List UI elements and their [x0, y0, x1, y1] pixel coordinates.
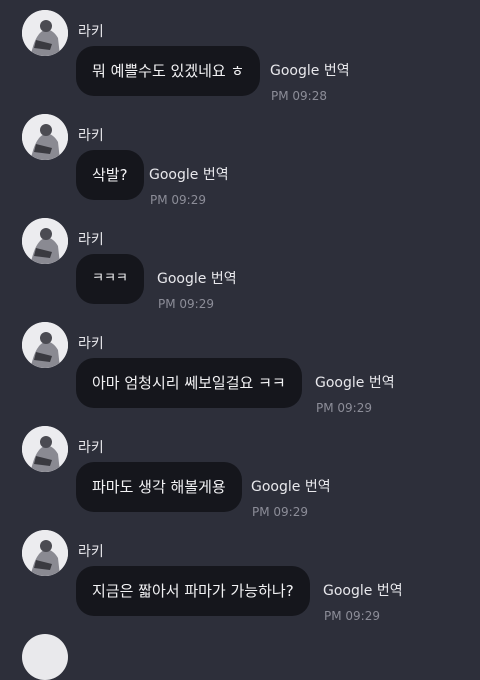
avatar[interactable]: [22, 218, 68, 264]
message-timestamp: PM 09:29: [316, 401, 372, 415]
sender-name: 라키: [78, 336, 104, 352]
google-translate-link[interactable]: Google 번역: [157, 268, 237, 288]
message-timestamp: PM 09:29: [324, 609, 380, 623]
avatar[interactable]: [22, 530, 68, 576]
google-translate-link[interactable]: Google 번역: [315, 372, 395, 392]
message-timestamp: PM 09:29: [158, 297, 214, 311]
profile-photo: [22, 530, 68, 576]
avatar[interactable]: [22, 322, 68, 368]
profile-photo: [22, 218, 68, 264]
message-bubble[interactable]: 뭐 예쁠수도 있겠네요 ㅎ: [76, 46, 261, 96]
message-timestamp: PM 09:28: [271, 89, 327, 103]
avatar[interactable]: [22, 10, 68, 56]
message-bubble[interactable]: 지금은 짧아서 파마가 가능하나?: [76, 566, 310, 616]
message-timestamp: PM 09:29: [150, 193, 206, 207]
message-timestamp: PM 09:29: [252, 505, 308, 519]
profile-photo: [22, 114, 68, 160]
message-bubble[interactable]: ㅋㅋㅋ: [76, 254, 144, 304]
profile-photo: [22, 10, 68, 56]
google-translate-link[interactable]: Google 번역: [323, 580, 403, 600]
message-bubble[interactable]: 파마도 생각 해볼게용: [76, 462, 242, 512]
message-bubble[interactable]: 삭발?: [76, 150, 144, 200]
avatar[interactable]: [22, 426, 68, 472]
chat-message: 라키 파마도 생각 해볼게용 Google 번역 PM 09:29: [0, 426, 480, 530]
google-translate-link[interactable]: Google 번역: [270, 60, 350, 80]
sender-name: 라키: [78, 128, 104, 144]
chat-message: 라키 삭발? Google 번역 PM 09:29: [0, 114, 480, 218]
chat-message: 라키 ㅋㅋㅋ Google 번역 PM 09:29: [0, 218, 480, 322]
profile-photo: [22, 322, 68, 368]
google-translate-link[interactable]: Google 번역: [149, 164, 229, 184]
chat-message: 라키 아마 엄청시리 쎄보일걸요 ㅋㅋ Google 번역 PM 09:29: [0, 322, 480, 426]
chat-message: 라키 지금은 짧아서 파마가 가능하나? Google 번역 PM 09:29: [0, 530, 480, 634]
google-translate-link[interactable]: Google 번역: [251, 476, 331, 496]
sender-name: 라키: [78, 232, 104, 248]
avatar[interactable]: [22, 634, 68, 680]
sender-name: 라키: [78, 24, 104, 40]
chat-message: 라키 뭐 예쁠수도 있겠네요 ㅎ Google 번역 PM 09:28: [0, 10, 480, 114]
avatar[interactable]: [22, 114, 68, 160]
sender-name: 라키: [78, 544, 104, 560]
sender-name: 라키: [78, 440, 104, 456]
message-bubble[interactable]: 아마 엄청시리 쎄보일걸요 ㅋㅋ: [76, 358, 302, 408]
profile-photo: [22, 426, 68, 472]
